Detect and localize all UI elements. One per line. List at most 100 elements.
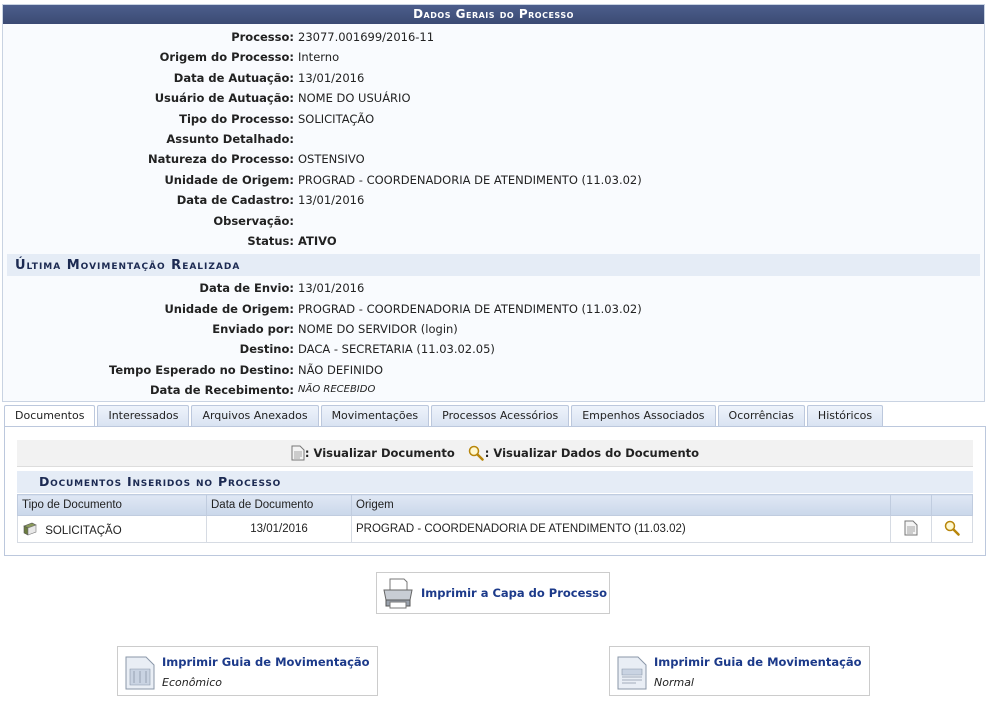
value: Interno [298, 50, 340, 65]
general-data: Processo: 23077.001699/2016-11 Origem do … [3, 24, 984, 251]
row-unidade-origem: Unidade de Origem: PROGRAD - COORDENADORI… [3, 299, 984, 319]
legend-view-doc: : Visualizar Documento [291, 445, 455, 461]
tab-ocorrencias[interactable]: Ocorrências [717, 405, 805, 426]
row-tempo-esperado: Tempo Esperado no Destino: NÃO DEFINIDO [3, 360, 984, 380]
book-icon [23, 522, 37, 535]
row-data-envio: Data de Envio: 13/01/2016 [3, 278, 984, 298]
label: Data de Autuação: [173, 70, 294, 85]
tab-movimentacoes[interactable]: Movimentações [320, 405, 430, 426]
doc-date: 13/01/2016 [206, 515, 352, 543]
label: Processo: [231, 30, 294, 44]
cell-tipo: SOLICITAÇÃO [17, 515, 207, 543]
doc-type: SOLICITAÇÃO [45, 524, 122, 537]
guia-normal-title: Imprimir Guia de Movimentação [654, 655, 862, 669]
label: Unidade de Origem: [164, 301, 294, 316]
row-natureza: Natureza do Processo: OSTENSIVO [3, 149, 984, 169]
value: PROGRAD - COORDENADORIA DE ATENDIMENTO (… [298, 172, 642, 187]
row-status: Status: ATIVO [3, 231, 984, 251]
value: 13/01/2016 [298, 281, 365, 296]
label: Data de Cadastro: [176, 193, 294, 208]
magnifier-icon [468, 445, 484, 461]
tab-arquivos-anexados[interactable]: Arquivos Anexados [191, 405, 319, 426]
docs-header-row: Tipo de Documento Data de Documento Orig… [17, 494, 973, 516]
label: Enviado por: [212, 322, 294, 337]
row-data-cadastro: Data de Cadastro: 13/01/2016 [3, 190, 984, 210]
status-badge: ATIVO [298, 233, 337, 248]
cell-view-data [931, 515, 973, 543]
print-cover-button[interactable]: Imprimir a Capa do Processo [376, 572, 610, 614]
print-cover-label: Imprimir a Capa do Processo [421, 586, 608, 600]
table-row: SOLICITAÇÃO 13/01/2016 PROGRAD - COORDEN… [17, 515, 973, 543]
value: PROGRAD - COORDENADORIA DE ATENDIMENTO (… [298, 301, 642, 316]
doc-origin: PROGRAD - COORDENADORIA DE ATENDIMENTO (… [351, 515, 891, 543]
col-tipo: Tipo de Documento [17, 494, 207, 516]
label: Tempo Esperado no Destino: [109, 362, 294, 377]
value: NÃO RECEBIDO [298, 384, 376, 396]
col-data: Data de Documento [206, 494, 352, 516]
tab-bar: Documentos Interessados Arquivos Anexado… [4, 405, 885, 427]
legend-view-data-text: : Visualizar Dados do Documento [484, 446, 700, 460]
row-unidade: Unidade de Origem: PROGRAD - COORDENADORI… [3, 170, 984, 190]
guia-economico-subtitle: Econômico [162, 676, 222, 689]
value: NÃO DEFINIDO [298, 362, 384, 377]
legend-view-data: : Visualizar Dados do Documento [467, 445, 699, 461]
value: SOLICITAÇÃO [298, 111, 375, 126]
tab-content: : Visualizar Documento : Visualizar Dado… [4, 426, 986, 556]
cell-view-doc [890, 515, 932, 543]
label: Observação: [213, 213, 294, 228]
last-move-data: Data de Envio: 13/01/2016 Unidade de Orig… [3, 278, 984, 400]
view-document-icon[interactable] [904, 520, 918, 536]
row-usuario: Usuário de Autuação: NOME DO USUÁRIO [3, 88, 984, 108]
tab-processos-acessorios[interactable]: Processos Acessórios [431, 405, 570, 426]
last-move-header: Última Movimentação Realizada [7, 254, 980, 277]
label: Data de Recebimento: [149, 383, 294, 398]
docs-table: Tipo de Documento Data de Documento Orig… [17, 494, 973, 543]
printer-icon [383, 578, 413, 609]
print-guia-normal-button[interactable]: Imprimir Guia de Movimentação Normal [609, 646, 870, 696]
label: Natureza do Processo: [148, 152, 294, 167]
value: 13/01/2016 [298, 70, 365, 85]
guia-economico-title: Imprimir Guia de Movimentação [162, 655, 370, 669]
col-action-1 [890, 494, 932, 516]
print-guia-economico-button[interactable]: Imprimir Guia de Movimentação Econômico [117, 646, 378, 696]
value: DACA - SECRETARIA (11.03.02.05) [298, 342, 495, 357]
row-data-recebimento: Data de Recebimento: NÃO RECEBIDO [3, 380, 984, 400]
icon-legend: : Visualizar Documento : Visualizar Dado… [17, 440, 973, 467]
value: 23077.001699/2016-11 [298, 30, 435, 44]
process-panel: Dados Gerais do Processo Processo: 23077.… [2, 4, 985, 402]
row-data-autuacao: Data de Autuação: 13/01/2016 [3, 68, 984, 88]
row-origem: Origem do Processo: Interno [3, 47, 984, 67]
row-processo: Processo: 23077.001699/2016-11 [3, 27, 984, 47]
value: 13/01/2016 [298, 193, 365, 208]
document-icon [291, 445, 305, 461]
label: Unidade de Origem: [164, 172, 294, 187]
label: Origem do Processo: [159, 50, 294, 65]
row-enviado-por: Enviado por: NOME DO SERVIDOR (login) [3, 319, 984, 339]
label: Assunto Detalhado: [166, 131, 294, 146]
docs-caption: Documentos Inseridos no Processo [17, 471, 973, 493]
label: Destino: [239, 342, 294, 357]
legend-view-doc-text: : Visualizar Documento [304, 446, 455, 460]
guide-document-icon [617, 656, 647, 690]
tab-historicos[interactable]: Históricos [806, 405, 884, 426]
row-assunto: Assunto Detalhado: [3, 129, 984, 149]
tab-interessados[interactable]: Interessados [97, 405, 190, 426]
col-action-2 [931, 494, 973, 516]
row-destino: Destino: DACA - SECRETARIA (11.03.02.05) [3, 339, 984, 359]
label: Tipo do Processo: [179, 111, 294, 126]
label: Status: [247, 233, 294, 248]
guia-normal-subtitle: Normal [654, 676, 694, 689]
row-observacao: Observação: [3, 211, 984, 231]
label: Data de Envio: [199, 281, 294, 296]
panel-title: Dados Gerais do Processo [3, 5, 984, 24]
value: NOME DO USUÁRIO [298, 91, 411, 106]
row-tipo: Tipo do Processo: SOLICITAÇÃO [3, 109, 984, 129]
tab-documentos[interactable]: Documentos [4, 405, 96, 427]
value: OSTENSIVO [298, 152, 365, 167]
col-origem: Origem [351, 494, 891, 516]
tab-empenhos-associados[interactable]: Empenhos Associados [571, 405, 716, 426]
guide-document-icon [125, 656, 155, 690]
view-data-magnifier-icon[interactable] [943, 520, 961, 536]
label: Usuário de Autuação: [154, 91, 294, 106]
value: NOME DO SERVIDOR (login) [298, 322, 458, 337]
